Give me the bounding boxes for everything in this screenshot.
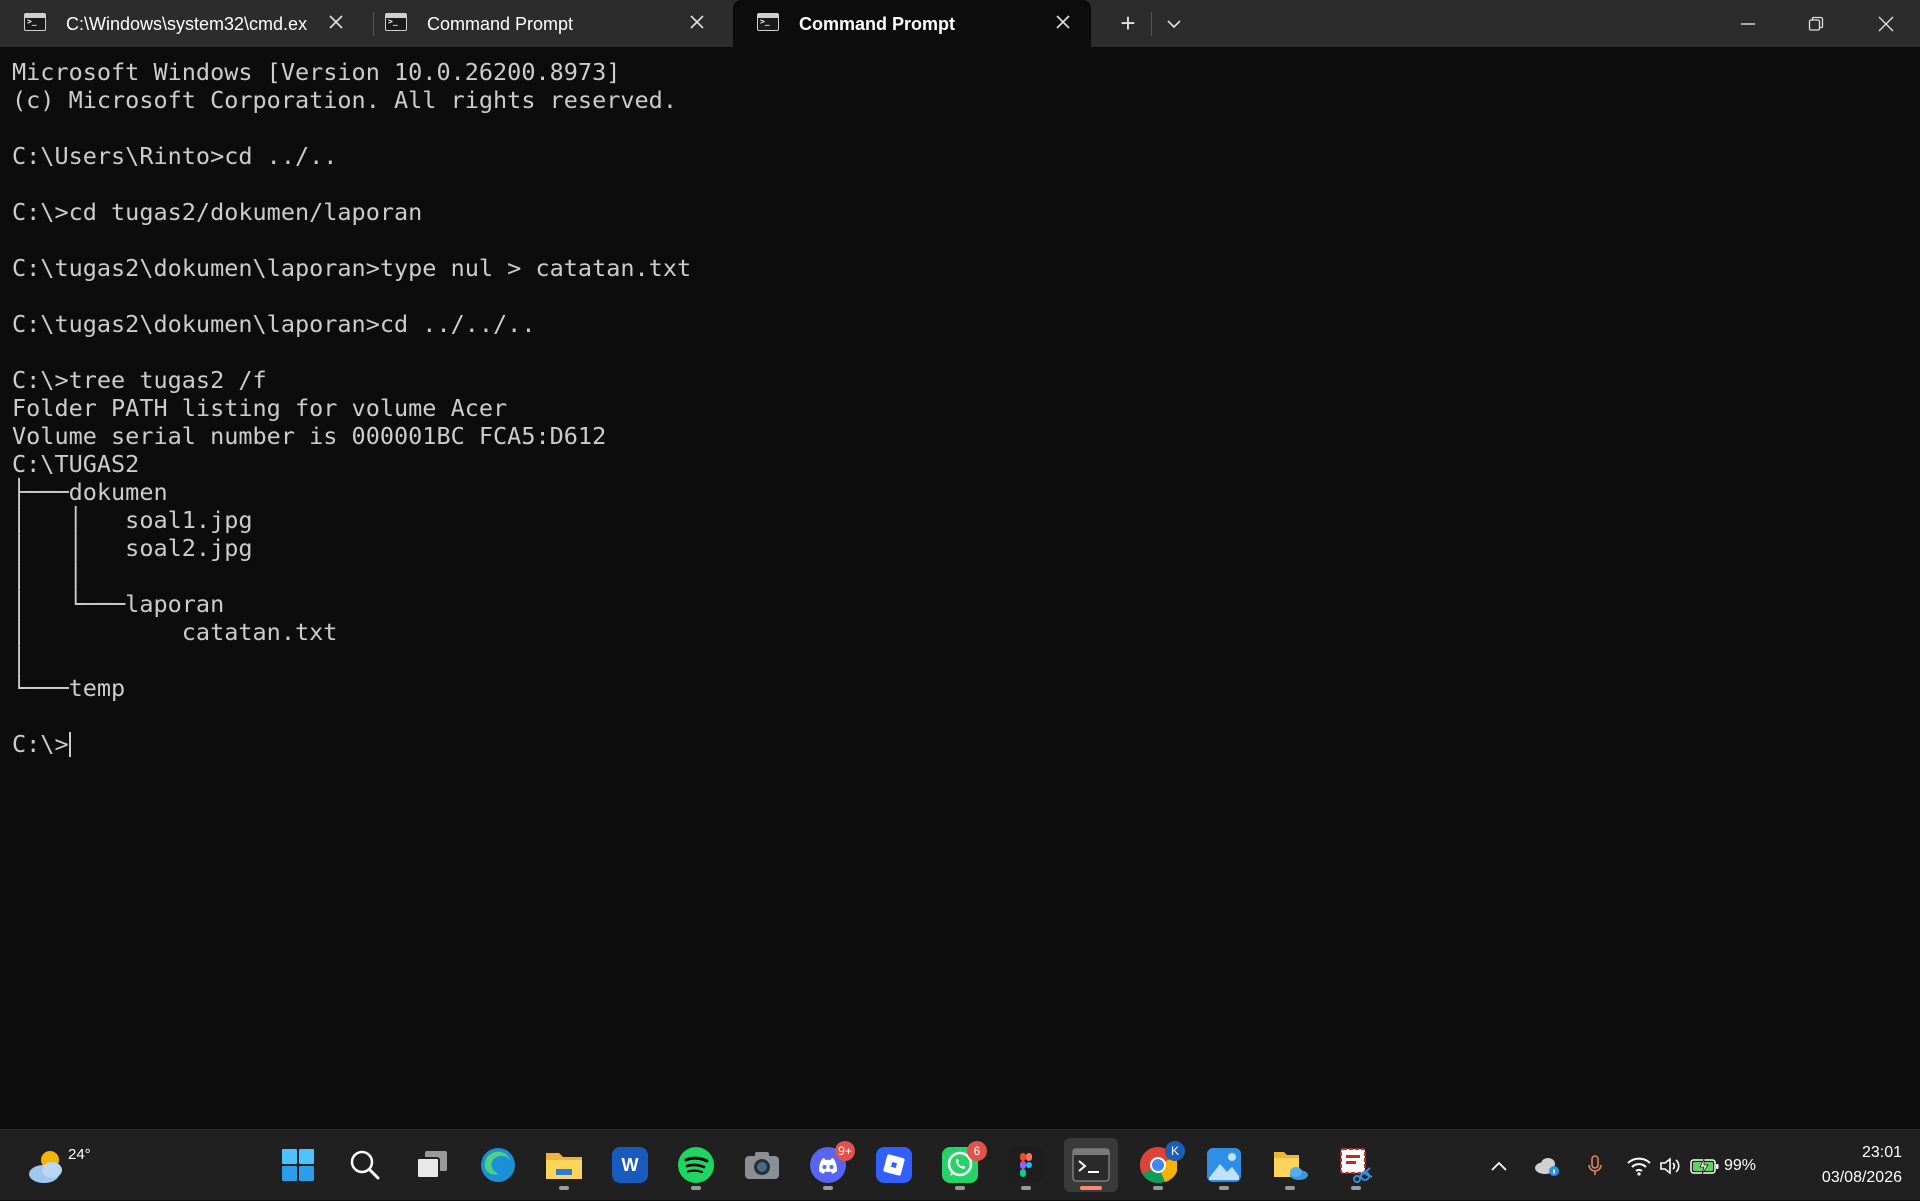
tab-dropdown-button[interactable] <box>1154 0 1194 47</box>
taskbar-roblox[interactable] <box>867 1138 921 1192</box>
tab-command-prompt-2[interactable]: Command Prompt <box>733 0 1091 47</box>
roblox-icon <box>876 1147 912 1183</box>
taskbar-figma[interactable] <box>999 1138 1053 1192</box>
minimize-button[interactable] <box>1720 0 1776 47</box>
edge-icon <box>481 1148 515 1182</box>
running-indicator <box>1153 1186 1163 1190</box>
microphone-tray[interactable] <box>1580 1130 1610 1201</box>
figma-icon <box>1008 1147 1044 1183</box>
clock-time: 23:01 <box>1861 1144 1902 1161</box>
restore-button[interactable] <box>1788 0 1844 47</box>
clock-date: 03/08/2026 <box>1821 1169 1902 1186</box>
new-tab-button[interactable]: + <box>1108 0 1148 47</box>
onedrive-folder-icon <box>1274 1152 1308 1180</box>
close-tab-icon[interactable] <box>324 10 348 34</box>
task-view-button[interactable] <box>405 1138 459 1192</box>
text-cursor <box>68 732 71 757</box>
console-prompt: C:\> <box>12 730 69 758</box>
battery-charging-icon <box>1690 1158 1719 1174</box>
profile-badge: K <box>1165 1141 1185 1161</box>
clock[interactable]: 23:01 03/08/2026 <box>1782 1140 1902 1190</box>
taskbar-onedrive-folder[interactable] <box>1263 1138 1317 1192</box>
close-window-button[interactable] <box>1858 0 1914 47</box>
tab-command-prompt-1[interactable]: Command Prompt <box>361 0 725 47</box>
console-history: Microsoft Windows [Version 10.0.26200.89… <box>12 58 692 702</box>
task-view-icon <box>416 1151 447 1179</box>
tab-cmd-system32[interactable]: C:\Windows\system32\cmd.ex <box>0 0 364 47</box>
snipping-tool-icon <box>1340 1148 1373 1183</box>
close-tab-icon[interactable] <box>1051 10 1075 34</box>
running-indicator <box>955 1186 965 1190</box>
file-explorer-icon <box>546 1153 582 1179</box>
notification-badge: 9+ <box>835 1141 855 1161</box>
running-indicator <box>559 1186 569 1190</box>
microphone-icon <box>1588 1154 1602 1175</box>
start-button[interactable] <box>271 1138 325 1192</box>
start-icon <box>282 1149 314 1181</box>
chevron-up-icon <box>1491 1161 1507 1171</box>
show-hidden-icons-button[interactable] <box>1484 1130 1514 1201</box>
taskbar-discord[interactable]: 9+ <box>801 1138 855 1192</box>
partly-cloudy-icon <box>29 1151 62 1183</box>
taskbar-whatsapp[interactable]: 6 <box>933 1138 987 1192</box>
title-bar: C:\Windows\system32\cmd.ex Command Promp… <box>0 0 1920 47</box>
console-area[interactable]: Microsoft Windows [Version 10.0.26200.89… <box>0 47 1920 1129</box>
tab-divider <box>1151 12 1152 36</box>
taskbar-file-explorer[interactable] <box>537 1138 591 1192</box>
cmd-icon <box>385 13 407 31</box>
onedrive-tray[interactable] <box>1530 1130 1564 1201</box>
taskbar-edge[interactable] <box>471 1138 525 1192</box>
taskbar-snipping-tool[interactable] <box>1329 1138 1383 1192</box>
onedrive-cloud-icon <box>1535 1157 1559 1176</box>
running-indicator <box>823 1186 833 1190</box>
chevron-down-icon <box>1167 19 1181 28</box>
tab-title: C:\Windows\system32\cmd.ex <box>66 14 308 34</box>
taskbar-photos[interactable] <box>1197 1138 1251 1192</box>
taskbar-terminal[interactable] <box>1064 1138 1118 1192</box>
weather-temperature: 24° <box>68 1146 91 1163</box>
running-indicator <box>1351 1186 1361 1190</box>
battery-percent: 99% <box>1724 1156 1757 1174</box>
taskbar: 24° W 9+ 6 K 99% 23:01 03/08/2026 <box>0 1129 1920 1200</box>
weather-widget[interactable]: 24° <box>20 1136 91 1196</box>
running-indicator <box>691 1186 701 1190</box>
taskbar-camera[interactable] <box>735 1138 789 1192</box>
minimize-icon <box>1741 22 1755 25</box>
running-indicator <box>1285 1186 1295 1190</box>
tab-title: Command Prompt <box>799 14 956 34</box>
taskbar-spotify[interactable] <box>669 1138 723 1192</box>
volume-icon <box>1660 1156 1680 1175</box>
wifi-icon <box>1627 1157 1651 1176</box>
active-indicator <box>1080 1186 1102 1190</box>
restore-icon <box>1808 16 1824 31</box>
spotify-icon <box>678 1147 714 1183</box>
running-indicator <box>1219 1186 1229 1190</box>
cmd-icon <box>24 13 46 31</box>
system-status-tray[interactable]: 99% <box>1626 1130 1766 1201</box>
taskbar-word[interactable]: W <box>603 1138 657 1192</box>
search-icon <box>350 1150 380 1180</box>
console-output: Microsoft Windows [Version 10.0.26200.89… <box>12 58 691 758</box>
cmd-icon <box>757 13 779 31</box>
taskbar-chrome[interactable]: K <box>1131 1138 1185 1192</box>
word-icon: W <box>612 1147 648 1183</box>
plus-icon: + <box>1120 8 1136 38</box>
search-button[interactable] <box>338 1138 392 1192</box>
terminal-icon <box>1072 1148 1110 1182</box>
camera-icon <box>745 1152 779 1179</box>
tab-title: Command Prompt <box>427 14 574 34</box>
close-tab-icon[interactable] <box>685 10 709 34</box>
close-icon <box>1878 16 1894 31</box>
running-indicator <box>1021 1186 1031 1190</box>
photos-icon <box>1207 1148 1241 1182</box>
notification-badge: 6 <box>967 1141 987 1161</box>
